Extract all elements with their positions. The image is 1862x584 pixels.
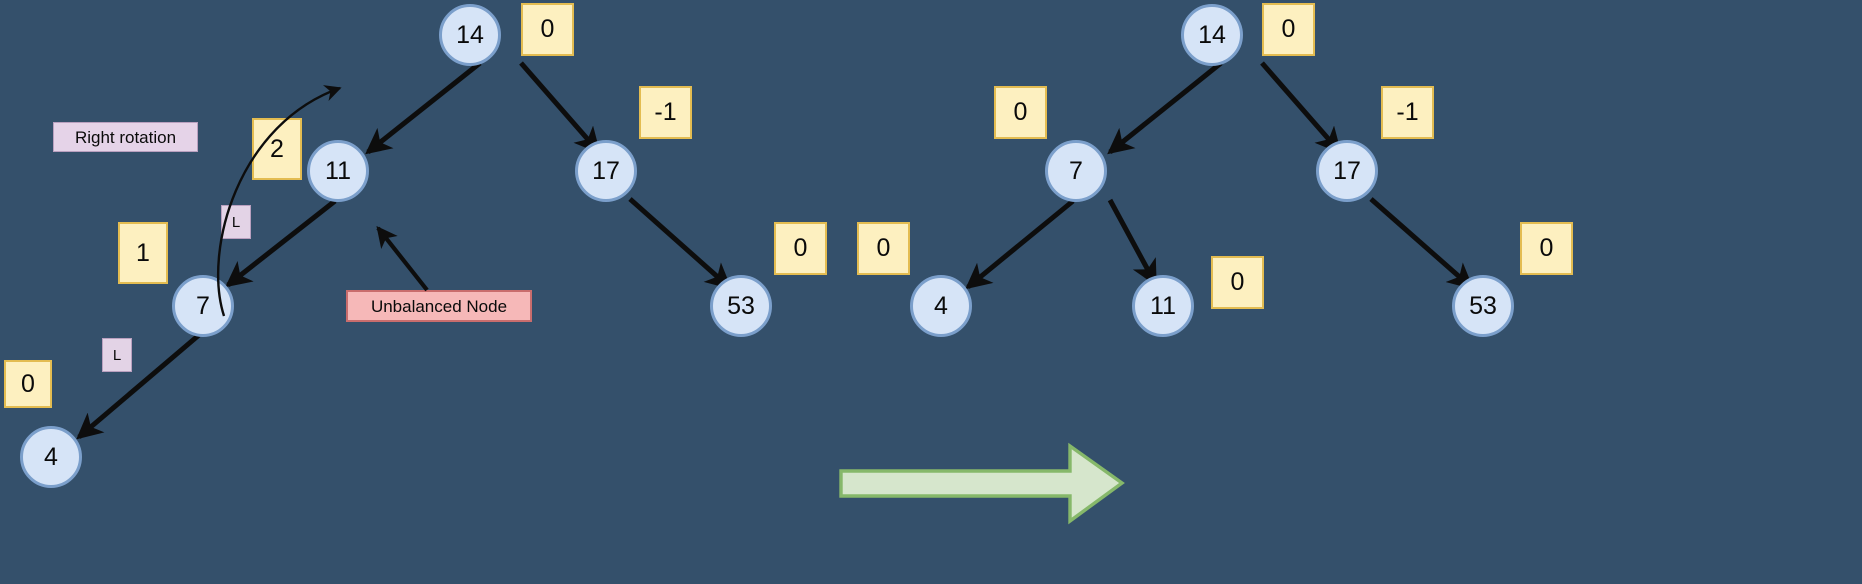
node-value: 17: [1333, 156, 1361, 185]
balance-badge-11-before: 2: [252, 118, 302, 180]
balance-badge-53-after: 0: [1520, 222, 1573, 275]
node-14-after[interactable]: 14: [1181, 4, 1243, 66]
balance-value: 0: [1013, 98, 1028, 126]
balance-badge-53-before: 0: [774, 222, 827, 275]
edge-tag-left-7-4: L: [102, 338, 132, 372]
edge-tag-label: L: [231, 213, 241, 231]
edge-a17-to-53: [1369, 197, 1474, 290]
node-value: 14: [1198, 20, 1226, 49]
node-value: 7: [1069, 156, 1083, 185]
balance-badge-7-after: 0: [994, 86, 1047, 139]
node-value: 53: [1469, 291, 1497, 320]
edge-a7-to-4: [965, 199, 1075, 290]
node-4-before[interactable]: 4: [20, 426, 82, 488]
node-53-before[interactable]: 53: [710, 275, 772, 337]
balance-value: 0: [1539, 234, 1554, 262]
balance-badge-4-after: 0: [857, 222, 910, 275]
node-value: 4: [44, 442, 58, 471]
balance-badge-17-after: -1: [1381, 86, 1434, 139]
transition-arrow: [839, 442, 1125, 525]
node-7-after[interactable]: 7: [1045, 140, 1107, 202]
edge-17-to-53: [628, 197, 732, 290]
node-14-before[interactable]: 14: [439, 4, 501, 66]
balance-value: 0: [21, 369, 35, 398]
avl-rotation-diagram: 14 11 17 7 53 4 14 7 17 4 11 53 0 2 -1 1: [0, 0, 1862, 584]
before-tree-edges: [76, 61, 732, 440]
balance-value: -1: [1396, 98, 1419, 126]
edge-a14-to-7: [1107, 61, 1223, 155]
balance-value: 1: [136, 238, 150, 267]
balance-badge-11-after: 0: [1211, 256, 1264, 309]
balance-badge-4-before: 0: [4, 360, 52, 408]
edge-tag-left-11-7: L: [221, 205, 251, 239]
balance-badge-14-after: 0: [1262, 3, 1315, 56]
node-value: 11: [1150, 291, 1176, 320]
edge-tag-label: L: [112, 346, 122, 364]
node-17-after[interactable]: 17: [1316, 140, 1378, 202]
balance-value: 0: [1281, 15, 1296, 43]
node-11-after[interactable]: 11: [1132, 275, 1194, 337]
balance-badge-14-before: 0: [521, 3, 574, 56]
edge-a14-to-17: [1260, 61, 1342, 154]
right-rotation-label: Right rotation: [53, 122, 198, 152]
balance-value: 0: [1230, 268, 1245, 296]
node-value: 11: [325, 156, 351, 185]
node-4-after[interactable]: 4: [910, 275, 972, 337]
balance-badge-17-before: -1: [639, 86, 692, 139]
balance-badge-7-before: 1: [118, 222, 168, 284]
node-value: 7: [196, 291, 210, 320]
node-53-after[interactable]: 53: [1452, 275, 1514, 337]
balance-value: 2: [270, 134, 284, 163]
balance-value: 0: [793, 234, 808, 262]
node-value: 17: [592, 156, 620, 185]
node-17-before[interactable]: 17: [575, 140, 637, 202]
node-value: 4: [934, 291, 948, 320]
balance-value: -1: [654, 98, 677, 126]
balance-value: 0: [876, 234, 891, 262]
node-11-before[interactable]: 11: [307, 140, 369, 202]
edge-a7-to-11: [1107, 198, 1158, 287]
edge-14-to-11: [365, 61, 482, 155]
balance-value: 0: [540, 15, 555, 43]
node-7-before[interactable]: 7: [172, 275, 234, 337]
unbalanced-node-pointer: [376, 226, 429, 292]
unbalanced-node-label: Unbalanced Node: [346, 290, 532, 322]
node-value: 53: [727, 291, 755, 320]
edge-7-to-4: [76, 333, 201, 440]
unbalanced-node-text: Unbalanced Node: [370, 296, 508, 316]
right-rotation-text: Right rotation: [74, 127, 177, 147]
edge-14-to-17: [519, 61, 601, 154]
node-value: 14: [456, 20, 484, 49]
